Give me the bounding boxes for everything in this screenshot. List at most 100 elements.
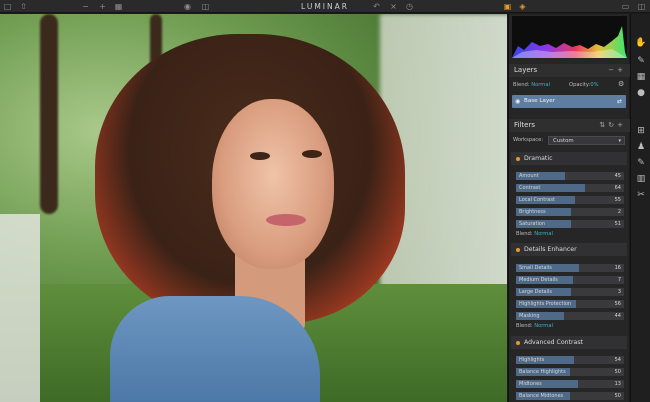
eye-icon[interactable]: ◉ (182, 1, 193, 12)
compare-icon[interactable]: ◫ (200, 1, 211, 12)
slider-brightness[interactable]: Brightness 2 (516, 208, 624, 216)
dramatic-blend-row: Blend: Normal (516, 231, 553, 238)
share-icon[interactable]: ⇧ (18, 1, 29, 12)
transform-tool-icon[interactable]: ▥ (634, 172, 648, 186)
filter-active-dot (516, 156, 520, 161)
filter-dramatic-title: Dramatic (524, 155, 553, 162)
slider-label: Saturation (519, 221, 546, 227)
photo-canvas[interactable] (0, 14, 507, 402)
undo-icon[interactable]: ↶ (371, 1, 382, 12)
slider-highlights[interactable]: Highlights 54 (516, 356, 624, 364)
histogram (512, 16, 627, 58)
slider-label: Contrast (519, 185, 541, 191)
slider-midtones[interactable]: Midtones 13 (516, 380, 624, 388)
slider-value: 51 (614, 221, 621, 227)
slider-value: 50 (614, 369, 621, 375)
layers-title: Layers (514, 66, 538, 74)
slider-local-contrast[interactable]: Local Contrast 55 (516, 196, 624, 204)
slider-value: 45 (614, 173, 621, 179)
crop-tool-icon[interactable]: ⊞ (634, 124, 648, 138)
slider-value: 2 (617, 209, 621, 215)
slider-value: 44 (614, 313, 621, 319)
window-split-icon[interactable]: ◫ (636, 1, 647, 12)
slider-balance-midtones[interactable]: Balance Midtones 50 (516, 392, 624, 400)
filter-active-dot (516, 340, 520, 345)
slider-label: Medium Details (519, 277, 558, 283)
slider-value: 55 (614, 197, 621, 203)
history-icon[interactable]: ◷ (404, 1, 415, 12)
layer-blend-row: Blend: Normal (513, 82, 550, 89)
slider-balance-highlights[interactable]: Balance Highlights 50 (516, 368, 624, 376)
sort-filters-icon[interactable]: ⇅ (599, 121, 608, 129)
slider-highlights-protection[interactable]: Highlights Protection 56 (516, 300, 624, 308)
slider-saturation[interactable]: Saturation 51 (516, 220, 624, 228)
gradient-tool-icon[interactable]: ▦ (634, 70, 648, 84)
workspace-value: Custom (553, 138, 574, 144)
slider-label: Highlights Protection (519, 301, 572, 307)
stamp-tool-icon[interactable]: ♟ (634, 140, 648, 154)
slider-masking[interactable]: Masking 44 (516, 312, 624, 320)
background-bench (0, 214, 40, 402)
workspace-label: Workspace: (513, 137, 544, 143)
image-icon[interactable]: ▣ (502, 1, 513, 12)
slider-label: Small Details (519, 265, 552, 271)
slider-value: 13 (614, 381, 621, 387)
add-filter-icon[interactable]: + (617, 121, 626, 129)
slider-value: 16 (614, 265, 621, 271)
layer-options-icon[interactable]: ⇄ (617, 95, 622, 108)
slider-label: Local Contrast (519, 197, 555, 203)
fit-icon[interactable]: ▦ (113, 1, 124, 12)
layer-blend-label: Blend: (513, 82, 530, 88)
app-title: LUMINAR (301, 2, 349, 11)
blend-value[interactable]: Normal (534, 323, 553, 329)
chevron-down-icon: ▾ (618, 138, 621, 144)
minus-icon[interactable]: − (80, 1, 91, 12)
portrait-eye (302, 150, 322, 158)
filter-dramatic[interactable]: Dramatic (511, 152, 627, 165)
folder-icon[interactable]: □ (2, 1, 13, 12)
slider-value: 50 (614, 393, 621, 399)
filter-advanced-title: Advanced Contrast (524, 339, 583, 346)
scissors-icon[interactable]: ✂ (634, 188, 648, 202)
base-layer-label: Base Layer (524, 98, 555, 104)
filters-title: Filters (514, 121, 535, 129)
eraser-tool-icon[interactable]: ✎ (634, 156, 648, 170)
slider-small-details[interactable]: Small Details 16 (516, 264, 624, 272)
layers-icon[interactable]: ◈ (517, 1, 528, 12)
radial-mask-icon[interactable]: ● (634, 86, 648, 100)
filter-details-enhancer[interactable]: Details Enhancer (511, 243, 627, 256)
remove-layer-icon[interactable]: − (608, 66, 617, 74)
layer-opacity-label: Opacity: (569, 82, 591, 88)
add-layer-icon[interactable]: + (617, 66, 626, 74)
slider-label: Balance Midtones (519, 393, 564, 399)
layer-settings-icon[interactable]: ⚙ (618, 81, 624, 88)
filters-header: Filters ⇅↻+ (509, 119, 630, 132)
workspace-select[interactable]: Custom ▾ (548, 136, 625, 145)
window-icon[interactable]: ▭ (620, 1, 631, 12)
slider-contrast[interactable]: Contrast 64 (516, 184, 624, 192)
refresh-icon[interactable]: ↻ (608, 121, 617, 129)
blend-value[interactable]: Normal (534, 231, 553, 237)
slider-value: 64 (614, 185, 621, 191)
layers-header: Layers −+ (509, 64, 630, 77)
slider-value: 3 (617, 289, 621, 295)
slider-label: Large Details (519, 289, 552, 295)
slider-medium-details[interactable]: Medium Details 7 (516, 276, 624, 284)
layer-opacity-value[interactable]: 0% (590, 82, 598, 88)
hand-tool-icon[interactable]: ✋ (634, 36, 648, 50)
portrait-lips (266, 214, 306, 226)
brush-tool-icon[interactable]: ✎ (634, 54, 648, 68)
eye-icon[interactable]: ◉ (515, 95, 520, 108)
slider-large-details[interactable]: Large Details 3 (516, 288, 624, 296)
portrait-eye (250, 152, 270, 160)
plus-icon[interactable]: + (97, 1, 108, 12)
blend-label: Blend: (516, 323, 533, 329)
filter-advanced-contrast[interactable]: Advanced Contrast (511, 336, 627, 349)
portrait-shirt (110, 296, 320, 402)
layer-blend-value[interactable]: Normal (531, 82, 550, 88)
base-layer-row[interactable]: ◉ Base Layer ⇄ (512, 95, 626, 108)
filter-details-title: Details Enhancer (524, 246, 577, 253)
tool-strip: ✋ ✎ ▦ ● ⊞ ♟ ✎ ▥ ✂ (630, 14, 650, 402)
slider-amount[interactable]: Amount 45 (516, 172, 624, 180)
redo-icon[interactable]: × (388, 1, 399, 12)
